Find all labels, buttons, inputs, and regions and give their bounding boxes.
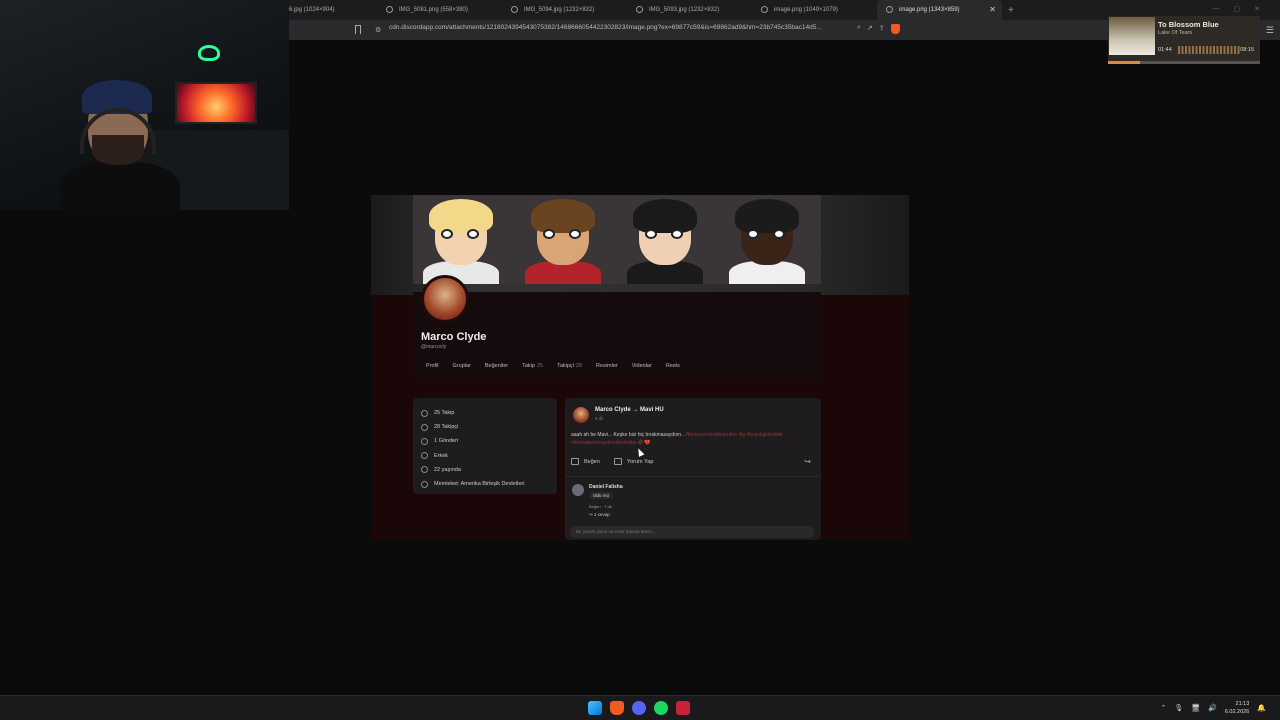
browser-tab[interactable]: image.png (1049×1079) bbox=[752, 0, 877, 20]
replies-link[interactable]: ↪ 1 cevap bbox=[589, 512, 610, 518]
close-window-icon[interactable]: ✕ bbox=[1254, 5, 1260, 13]
tab-profil[interactable]: Profil bbox=[426, 363, 439, 369]
windows-start-icon[interactable] bbox=[588, 701, 602, 715]
bookmark-icon[interactable] bbox=[355, 25, 361, 34]
banner-character bbox=[621, 199, 707, 284]
tab-close-icon[interactable]: ✕ bbox=[989, 5, 996, 14]
media-player-widget[interactable]: To Blossom Blue Lake Of Tears 01:44 08:1… bbox=[1108, 16, 1260, 64]
spotify-icon[interactable] bbox=[654, 701, 668, 715]
new-tab-button[interactable]: + bbox=[1008, 5, 1014, 16]
tab-favicon-icon bbox=[886, 6, 893, 13]
info-following: 25 Takip bbox=[421, 406, 549, 420]
microphone-icon[interactable]: 🎙 bbox=[1174, 704, 1183, 712]
track-artist: Lake Of Tears bbox=[1158, 30, 1193, 36]
user-icon bbox=[421, 409, 428, 417]
window-controls: — ▢ ✕ bbox=[1213, 5, 1261, 13]
tab-begeniler[interactable]: Beğeniler bbox=[485, 363, 508, 369]
cast-icon[interactable]: ⇪ bbox=[879, 24, 885, 34]
taskbar: ⌃ 🎙 🖥 🔊 21:13 6.02.2026 🔔 bbox=[0, 695, 1280, 720]
comment-text: öldü mü bbox=[589, 492, 614, 499]
chevron-up-icon[interactable]: ⌃ bbox=[1160, 704, 1166, 712]
url-field[interactable]: cdn.discordapp.com/attachments/121802439… bbox=[389, 24, 822, 31]
post-text: aaah ah be Mavi... Keşke bizi hiç bırakm… bbox=[571, 432, 783, 446]
avatar[interactable] bbox=[421, 275, 469, 323]
browser-tab-active[interactable]: image.png (1343×859) ✕ bbox=[877, 0, 1002, 20]
track-progress-fill bbox=[1108, 61, 1140, 64]
profile-tabs: Profil Gruplar Beğeniler Takip 25 Takipçi… bbox=[426, 363, 680, 369]
webcam-overlay bbox=[0, 0, 289, 210]
tab-videolar[interactable]: Videolar bbox=[632, 363, 652, 369]
tab-takipci[interactable]: Takipçi 28 bbox=[557, 363, 582, 369]
track-title: To Blossom Blue bbox=[1158, 20, 1219, 29]
info-hometown: Memleket: Amerika Birleşik Devletleri bbox=[421, 477, 549, 491]
tab-resimler[interactable]: Resimler bbox=[596, 363, 618, 369]
post-card: Marco Clyde → Mavi HU 8 dk aaah ah be Ma… bbox=[565, 398, 821, 540]
cake-icon bbox=[421, 466, 428, 474]
maximize-icon[interactable]: ▢ bbox=[1234, 5, 1241, 13]
notification-icon[interactable]: 🔔 bbox=[1257, 704, 1266, 712]
tab-takip[interactable]: Takip 25 bbox=[522, 363, 543, 369]
browser-tab[interactable]: IMG_5094.jpg (1232×832) bbox=[502, 0, 627, 20]
waveform bbox=[1178, 46, 1240, 54]
post-actions: Beğen Yorum Yap ↪ bbox=[571, 457, 815, 466]
post-time: 8 dk bbox=[595, 416, 604, 421]
banner-character bbox=[723, 199, 809, 284]
system-tray: ⌃ 🎙 🖥 🔊 21:13 6.02.2026 🔔 bbox=[1160, 700, 1266, 716]
post-avatar[interactable] bbox=[573, 407, 589, 423]
browser-tab[interactable]: 6.jpg (1024×904) bbox=[289, 0, 377, 20]
like-button[interactable]: Beğen bbox=[584, 459, 600, 465]
comment-meta[interactable]: Beğen · 7 dk bbox=[589, 504, 612, 509]
network-icon[interactable]: 🖥 bbox=[1191, 704, 1200, 712]
xbox-neon-sign bbox=[198, 45, 220, 61]
site-settings-icon[interactable]: ⚙ bbox=[375, 26, 381, 34]
comment-icon[interactable] bbox=[613, 458, 622, 465]
users-icon bbox=[421, 423, 428, 431]
info-posts: 1 Gönderi bbox=[421, 434, 549, 448]
volume-icon[interactable]: 🔊 bbox=[1208, 704, 1217, 712]
tab-favicon-icon bbox=[386, 6, 393, 13]
fireplace-tv bbox=[175, 82, 257, 124]
elapsed-time: 01:44 bbox=[1158, 47, 1172, 53]
clock[interactable]: 21:13 6.02.2026 bbox=[1225, 700, 1249, 716]
tab-gruplar[interactable]: Gruplar bbox=[453, 363, 471, 369]
share-icon[interactable]: ↪ bbox=[804, 457, 811, 466]
profile-name: Marco Clyde bbox=[421, 331, 487, 343]
streamer bbox=[60, 80, 180, 210]
comment-author[interactable]: Daniel Falisha bbox=[589, 484, 623, 490]
zoom-icon[interactable]: ⌕ bbox=[857, 24, 861, 34]
info-age: 22 yaşında bbox=[421, 463, 549, 477]
banner-character bbox=[519, 199, 605, 284]
profile-screenshot: Marco Clyde @marcocly Profil Gruplar Beğ… bbox=[371, 195, 909, 540]
banner-character bbox=[417, 199, 503, 284]
like-icon[interactable] bbox=[571, 458, 579, 465]
tab-favicon-icon bbox=[761, 6, 768, 13]
comment-avatar[interactable] bbox=[572, 484, 584, 496]
album-art bbox=[1109, 17, 1155, 55]
discord-icon[interactable] bbox=[632, 701, 646, 715]
tab-favicon-icon bbox=[636, 6, 643, 13]
post-author[interactable]: Marco Clyde → Mavi HU bbox=[595, 407, 664, 413]
profile-banner bbox=[413, 195, 821, 284]
browser-tab[interactable]: IMG_5081.png (558×380) bbox=[377, 0, 502, 20]
tab-favicon-icon bbox=[511, 6, 518, 13]
info-gender: Erkek bbox=[421, 449, 549, 463]
profile-handle: @marcocly bbox=[421, 344, 447, 350]
tab-reels[interactable]: Reels bbox=[666, 363, 680, 369]
brave-browser-icon[interactable] bbox=[610, 701, 624, 715]
post-icon bbox=[421, 437, 428, 445]
app-icon[interactable] bbox=[676, 701, 690, 715]
globe-icon bbox=[421, 480, 428, 488]
comment-input[interactable]: Bir yorum yazın ve enter tuşuna basın... bbox=[570, 526, 814, 538]
brave-shield-icon[interactable] bbox=[890, 24, 900, 34]
gender-icon bbox=[421, 452, 428, 460]
menu-icon[interactable]: ☰ bbox=[1266, 25, 1274, 36]
browser-tab[interactable]: IMG_5093.jpg (1232×832) bbox=[627, 0, 752, 20]
comment-button[interactable]: Yorum Yap bbox=[627, 459, 654, 465]
profile-info-box: 25 Takip 28 Takipçi 1 Gönderi Erkek 22 y… bbox=[413, 398, 557, 494]
share-icon[interactable]: ↗ bbox=[867, 24, 873, 34]
minimize-icon[interactable]: — bbox=[1213, 5, 1220, 13]
total-time: 08:15 bbox=[1240, 47, 1254, 53]
track-progress[interactable] bbox=[1108, 61, 1260, 64]
info-followers: 28 Takipçi bbox=[421, 420, 549, 434]
